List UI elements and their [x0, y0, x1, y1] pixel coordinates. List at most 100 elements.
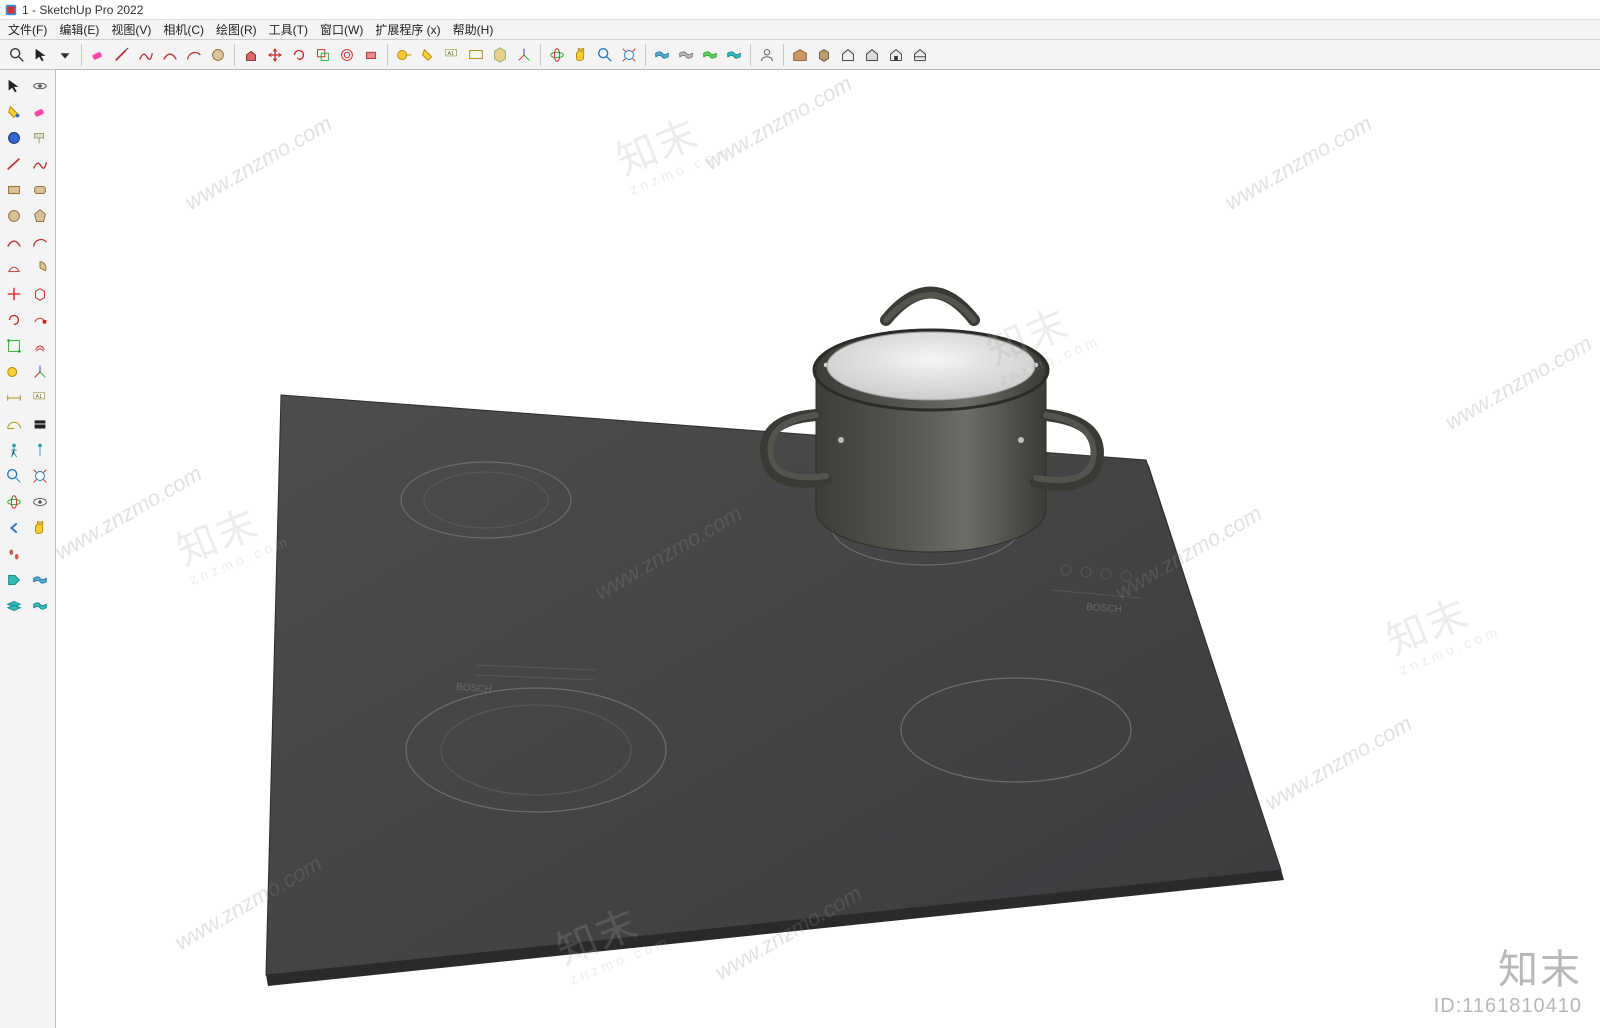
axes-tool[interactable] — [513, 44, 535, 66]
side-orbit[interactable] — [28, 74, 52, 98]
side-followme[interactable] — [28, 308, 52, 332]
pushpull-tool[interactable] — [240, 44, 262, 66]
side-zoomext[interactable] — [28, 464, 52, 488]
orbit-tool[interactable] — [546, 44, 568, 66]
side-arc1[interactable] — [2, 230, 26, 254]
paint-tool[interactable] — [417, 44, 439, 66]
separator — [750, 44, 751, 66]
warehouse-tool[interactable] — [789, 44, 811, 66]
side-walk[interactable] — [2, 438, 26, 462]
menu-window[interactable]: 窗口(W) — [318, 21, 365, 38]
svg-text:A1: A1 — [36, 394, 43, 400]
tape-tool[interactable] — [393, 44, 415, 66]
side-solid[interactable] — [2, 126, 26, 150]
side-rotate[interactable] — [2, 308, 26, 332]
rotate-tool[interactable] — [288, 44, 310, 66]
side-rect[interactable] — [2, 178, 26, 202]
side-tape[interactable] — [2, 360, 26, 384]
side-eraser[interactable] — [28, 100, 52, 124]
side-arc3[interactable] — [2, 256, 26, 280]
menu-camera[interactable]: 相机(C) — [161, 21, 206, 38]
side-section[interactable] — [28, 412, 52, 436]
section-tool[interactable] — [489, 44, 511, 66]
arc2-tool[interactable] — [183, 44, 205, 66]
dim-tool[interactable] — [465, 44, 487, 66]
side-line[interactable] — [2, 152, 26, 176]
side-layers3[interactable] — [28, 594, 52, 618]
side-look[interactable] — [28, 438, 52, 462]
main-area: A1 — [0, 70, 1600, 1028]
app-icon — [4, 3, 18, 17]
side-blank1 — [28, 542, 52, 566]
side-prev[interactable] — [2, 516, 26, 540]
titlebar: 1 - SketchUp Pro 2022 — [0, 0, 1600, 20]
separator — [645, 44, 646, 66]
component-tool[interactable] — [813, 44, 835, 66]
viewport[interactable]: BOSCH BOSCH — [56, 70, 1600, 1028]
dropdown-tool[interactable] — [54, 44, 76, 66]
followme-tool[interactable] — [360, 44, 382, 66]
side-freehand[interactable] — [28, 152, 52, 176]
menu-ext[interactable]: 扩展程序 (x) — [373, 21, 442, 38]
menu-tools[interactable]: 工具(T) — [267, 21, 310, 38]
line-tool[interactable] — [111, 44, 133, 66]
menu-help[interactable]: 帮助(H) — [451, 21, 496, 38]
menu-edit[interactable]: 编辑(E) — [57, 21, 101, 38]
separator — [783, 44, 784, 66]
layers-green-tool[interactable] — [699, 44, 721, 66]
arc-tool[interactable] — [159, 44, 181, 66]
side-orbit2[interactable] — [2, 490, 26, 514]
side-select[interactable] — [2, 74, 26, 98]
home3-tool[interactable] — [885, 44, 907, 66]
side-tag[interactable] — [2, 568, 26, 592]
menu-draw[interactable]: 绘图(R) — [214, 21, 259, 38]
side-text[interactable]: A1 — [28, 386, 52, 410]
zoom-tool[interactable] — [594, 44, 616, 66]
side-roller[interactable] — [28, 126, 52, 150]
side-offset[interactable] — [28, 334, 52, 358]
move-tool[interactable] — [264, 44, 286, 66]
freehand-tool[interactable] — [135, 44, 157, 66]
side-dim[interactable] — [2, 386, 26, 410]
home4-tool[interactable] — [909, 44, 931, 66]
side-circle[interactable] — [2, 204, 26, 228]
side-eye[interactable] — [28, 490, 52, 514]
svg-text:A1: A1 — [448, 51, 455, 57]
side-arc2[interactable] — [28, 230, 52, 254]
side-protractor[interactable] — [2, 412, 26, 436]
side-footprints[interactable] — [2, 542, 26, 566]
eraser-tool[interactable] — [87, 44, 109, 66]
menubar: 文件(F) 编辑(E) 视图(V) 相机(C) 绘图(R) 工具(T) 窗口(W… — [0, 20, 1600, 40]
side-poly[interactable] — [28, 204, 52, 228]
layers-gray-tool[interactable] — [675, 44, 697, 66]
side-move[interactable] — [2, 282, 26, 306]
search-tool[interactable] — [6, 44, 28, 66]
layers-blue-tool[interactable] — [651, 44, 673, 66]
home2-tool[interactable] — [861, 44, 883, 66]
side-axes[interactable] — [28, 360, 52, 384]
text-tool[interactable]: A1 — [441, 44, 463, 66]
user-tool[interactable] — [756, 44, 778, 66]
menu-view[interactable]: 视图(V) — [109, 21, 153, 38]
model-canvas[interactable]: BOSCH BOSCH — [56, 70, 1600, 1028]
side-layers[interactable] — [28, 568, 52, 592]
separator — [81, 44, 82, 66]
layers-teal-tool[interactable] — [723, 44, 745, 66]
side-pan[interactable] — [28, 516, 52, 540]
circle-tool[interactable] — [207, 44, 229, 66]
home1-tool[interactable] — [837, 44, 859, 66]
side-layers2[interactable] — [2, 594, 26, 618]
separator — [234, 44, 235, 66]
side-zoom[interactable] — [2, 464, 26, 488]
side-paint[interactable] — [2, 100, 26, 124]
zoom-extents-tool[interactable] — [618, 44, 640, 66]
side-pie[interactable] — [28, 256, 52, 280]
side-component[interactable] — [28, 282, 52, 306]
menu-file[interactable]: 文件(F) — [6, 21, 49, 38]
select-tool[interactable] — [30, 44, 52, 66]
side-rrect[interactable] — [28, 178, 52, 202]
side-scale[interactable] — [2, 334, 26, 358]
offset-tool[interactable] — [336, 44, 358, 66]
pan-tool[interactable] — [570, 44, 592, 66]
scale-tool[interactable] — [312, 44, 334, 66]
